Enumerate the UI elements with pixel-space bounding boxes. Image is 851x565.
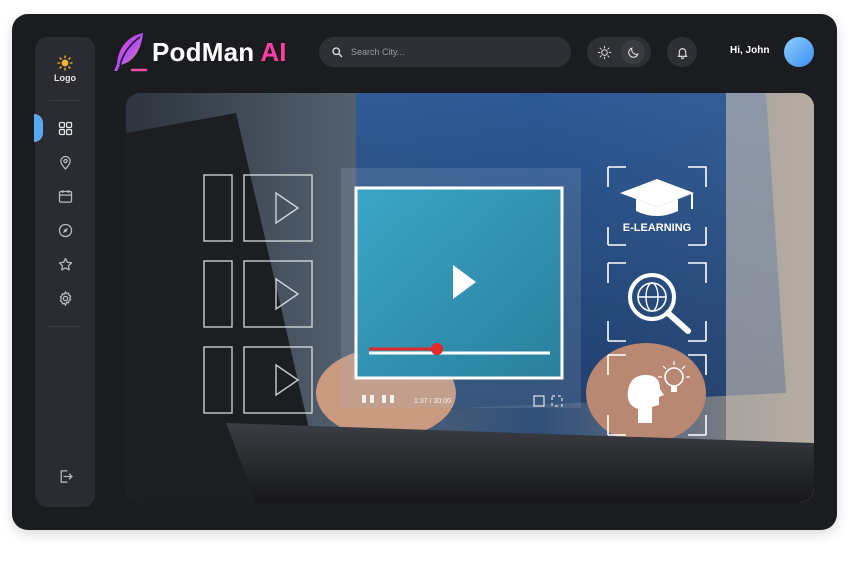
grid-icon (58, 121, 72, 135)
sun-icon (597, 45, 611, 59)
moon-icon (627, 46, 639, 58)
brand[interactable]: PodMan AI (110, 30, 287, 74)
active-nav-indicator (34, 114, 43, 142)
sidebar: Logo (34, 37, 95, 507)
sidebar-item-dashboard[interactable] (53, 116, 77, 140)
sidebar-divider-top (49, 100, 81, 101)
theme-toggle[interactable] (587, 37, 651, 67)
gear-icon (59, 290, 71, 306)
bell-icon (676, 47, 688, 59)
app-window: Logo PodMan AI Search City... Hi, John 1… (12, 14, 837, 530)
logo-label: Logo (54, 73, 76, 83)
sidebar-divider-bottom (49, 326, 81, 327)
sidebar-item-settings[interactable] (53, 286, 77, 310)
logout-icon (60, 469, 73, 483)
feather-logo-icon (114, 33, 148, 72)
e-learning-label: E-LEARNING (623, 222, 691, 234)
star-icon (58, 257, 72, 271)
notifications-button[interactable] (667, 37, 697, 67)
map-pin-icon (59, 155, 71, 170)
logout-button[interactable] (53, 464, 77, 488)
e-learning-illustration: 1:37 / 30:00 E-LEARNING (126, 93, 814, 502)
hero-image: 1:37 / 30:00 E-LEARNING (126, 93, 814, 502)
player-time: 1:37 / 30:00 (414, 398, 451, 405)
dark-mode-button[interactable] (621, 40, 645, 64)
sidebar-item-calendar[interactable] (53, 184, 77, 208)
user-greeting: Hi, John (730, 45, 770, 56)
search-icon (332, 47, 343, 58)
sidebar-item-favorites[interactable] (53, 252, 77, 276)
sun-logo-icon (57, 55, 73, 71)
brand-name: PodMan AI (152, 36, 287, 67)
brand-suffix: AI (260, 36, 287, 67)
sidebar-logo[interactable]: Logo (35, 55, 95, 83)
search-bar[interactable] (319, 37, 571, 67)
avatar[interactable] (784, 37, 814, 67)
light-mode-button[interactable] (592, 40, 616, 64)
search-input[interactable] (349, 46, 553, 58)
sidebar-item-explore[interactable] (53, 218, 77, 242)
calendar-icon (58, 189, 72, 203)
sidebar-item-location[interactable] (53, 150, 77, 174)
compass-icon (58, 223, 72, 237)
